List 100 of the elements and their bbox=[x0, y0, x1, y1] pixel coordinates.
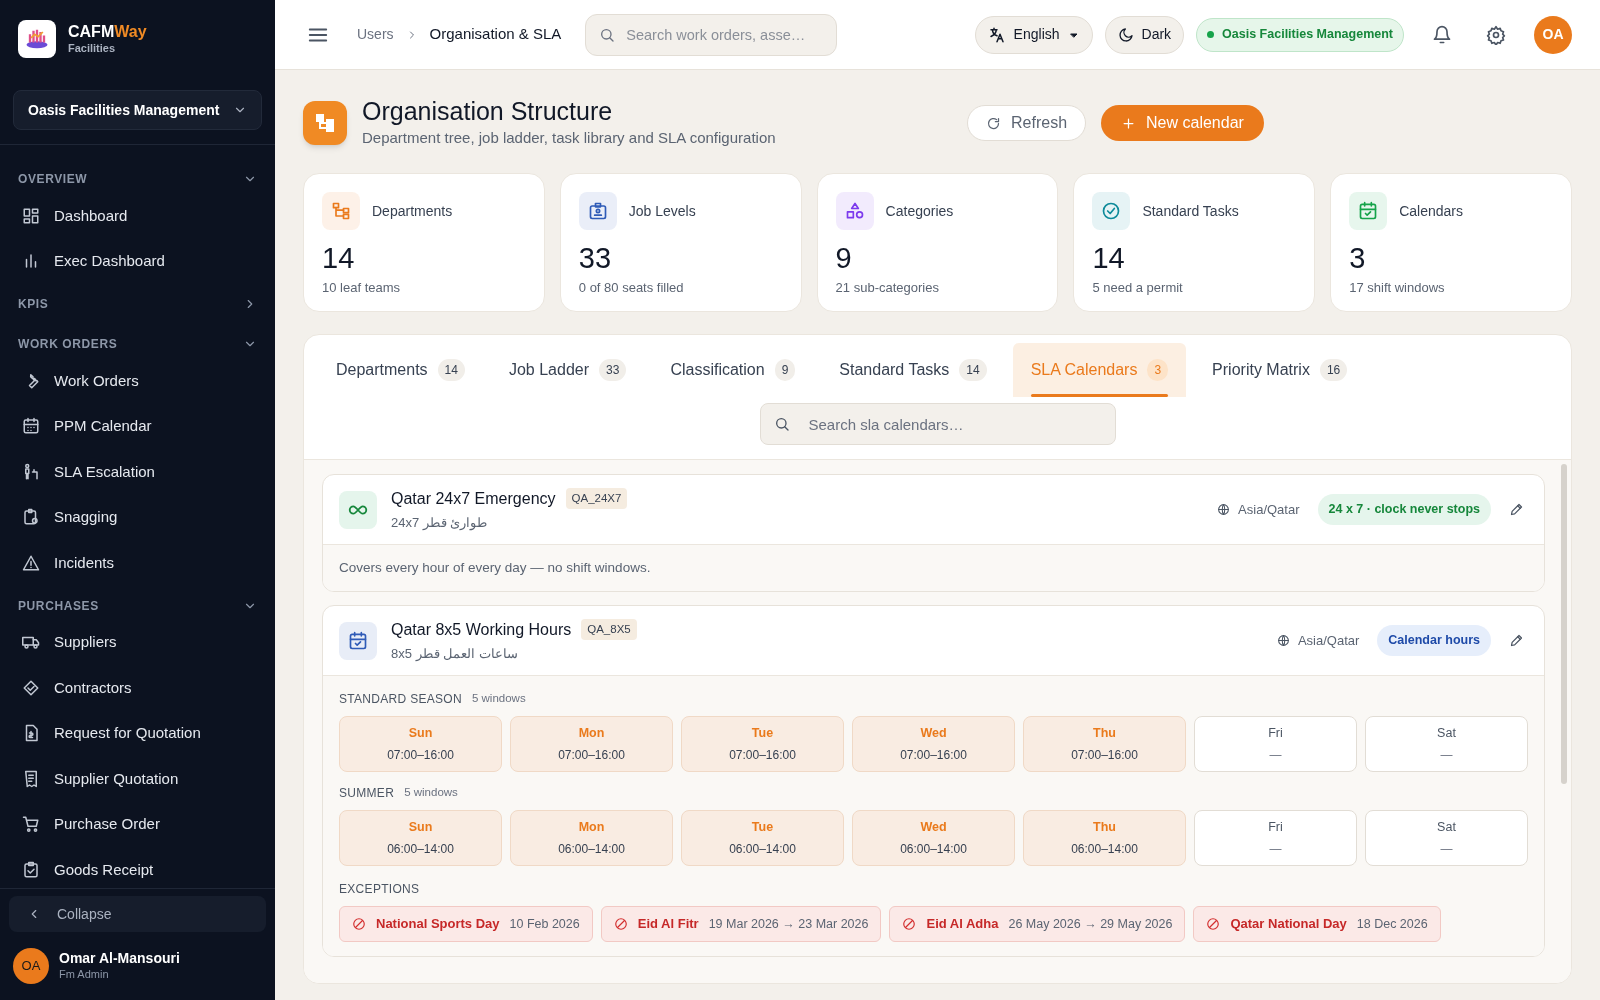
ban-icon bbox=[1206, 917, 1221, 931]
nav-item[interactable]: Contractors bbox=[0, 665, 275, 711]
page-title: Organisation Structure bbox=[362, 96, 614, 128]
stat-value: 14 bbox=[322, 241, 356, 276]
stat-note: 5 need a permit bbox=[1092, 279, 1184, 298]
stat-label: Categories bbox=[885, 201, 954, 221]
day-window: Wed 07:00–16:00 bbox=[852, 716, 1015, 772]
day-window: Mon 06:00–14:00 bbox=[510, 810, 673, 866]
nav-item[interactable]: PPM Calendar bbox=[0, 403, 275, 449]
theme-toggle[interactable]: Dark bbox=[1104, 15, 1185, 54]
calendar-check-icon bbox=[348, 630, 368, 651]
tab[interactable]: Job Ladder 33 bbox=[490, 343, 645, 397]
calendar-code: QA_24X7 bbox=[565, 488, 628, 510]
search-field[interactable]: Search sla calendars… bbox=[759, 403, 1116, 445]
translate-icon bbox=[987, 25, 1006, 44]
window-count: 5 windows bbox=[404, 785, 458, 801]
cart-icon bbox=[22, 815, 40, 834]
nav-item[interactable]: Incidents bbox=[0, 540, 275, 586]
moon-icon bbox=[1117, 26, 1134, 43]
tab[interactable]: Classification 9 bbox=[652, 343, 814, 397]
stat-value: 3 bbox=[1349, 241, 1367, 276]
season-name: SUMMER bbox=[339, 785, 395, 802]
stat-note: 0 of 80 seats filled bbox=[578, 279, 685, 298]
search-icon bbox=[773, 416, 790, 432]
diamond-check-icon bbox=[22, 678, 40, 697]
stat-value: 33 bbox=[578, 241, 613, 276]
plus-icon bbox=[1121, 115, 1137, 131]
stat-label: Departments bbox=[372, 201, 453, 221]
user-role: Fm Admin bbox=[59, 967, 110, 982]
stat-value: 14 bbox=[1092, 241, 1126, 276]
day-window: Fri — bbox=[1194, 810, 1357, 866]
organisation-select[interactable]: Oasis Facilities Management bbox=[13, 90, 262, 130]
day-window: Sun 07:00–16:00 bbox=[339, 716, 502, 772]
person-icon bbox=[22, 462, 40, 481]
calendar-code: QA_8X5 bbox=[581, 619, 637, 641]
day-window: Fri — bbox=[1194, 716, 1357, 772]
nav-item[interactable]: Suppliers bbox=[0, 619, 275, 665]
day-window: Mon 07:00–16:00 bbox=[510, 716, 673, 772]
arabic-name: ساعات العمل قطر 8x5 bbox=[391, 644, 518, 663]
calendar-type-badge: Calendar hours bbox=[1377, 625, 1491, 656]
calendar-description: Covers every hour of every day — no shift windows. bbox=[339, 558, 651, 577]
language-select[interactable]: English bbox=[974, 15, 1093, 54]
breadcrumb-item[interactable]: Users bbox=[357, 24, 394, 45]
breadcrumb-item: Organisation & SLA bbox=[429, 24, 562, 45]
calendar-name: Qatar 8x5 Working Hours bbox=[391, 619, 572, 640]
exception-chip: Eid Al Fitr 19 Mar 2026 → 23 Mar 2026 bbox=[600, 906, 882, 942]
settings-icon bbox=[1486, 24, 1506, 45]
clipboard-check-icon bbox=[22, 860, 40, 879]
user-avatar: OA bbox=[13, 948, 49, 984]
window-count: 5 windows bbox=[471, 691, 526, 707]
globe-icon bbox=[1217, 503, 1231, 516]
nav-item[interactable]: Goods Receipt bbox=[0, 847, 275, 888]
user-name: Omar Al-Mansouri bbox=[59, 950, 180, 968]
day-window: Thu 06:00–14:00 bbox=[1023, 810, 1186, 866]
tab[interactable]: Standard Tasks 14 bbox=[821, 343, 1005, 397]
tab[interactable]: Priority Matrix 16 bbox=[1194, 343, 1366, 397]
exceptions-title: EXCEPTIONS bbox=[339, 881, 421, 898]
globe-icon bbox=[1276, 634, 1290, 647]
stat-label: Standard Tasks bbox=[1142, 201, 1239, 221]
refresh-button[interactable]: Refresh bbox=[967, 105, 1087, 141]
day-window: Sat — bbox=[1365, 810, 1528, 866]
section-header[interactable]: WORK ORDERS bbox=[0, 330, 275, 358]
nav-item[interactable]: Purchase Order bbox=[0, 801, 275, 847]
day-window: Wed 06:00–14:00 bbox=[852, 810, 1015, 866]
exception-chip: National Sports Day 10 Feb 2026 bbox=[339, 906, 593, 942]
nav-item[interactable]: Snagging bbox=[0, 494, 275, 540]
nav-item[interactable]: Work Orders bbox=[0, 358, 275, 404]
exception-chip: Eid Al Adha 26 May 2026 → 29 May 2026 bbox=[889, 906, 1186, 942]
warning-icon bbox=[22, 553, 40, 572]
exception-chip: Qatar National Day 18 Dec 2026 bbox=[1193, 906, 1441, 942]
section-header[interactable]: KPIS bbox=[0, 290, 275, 318]
day-window: Sun 06:00–14:00 bbox=[339, 810, 502, 866]
tab[interactable]: Departments 14 bbox=[318, 343, 483, 397]
arabic-name: طوارئ قطر 24x7 bbox=[391, 513, 488, 533]
nav-item[interactable]: SLA Escalation bbox=[0, 449, 275, 495]
nav-item[interactable]: Request for Quotation bbox=[0, 710, 275, 756]
calendar-name: Qatar 24x7 Emergency bbox=[391, 488, 556, 509]
day-window: Thu 07:00–16:00 bbox=[1023, 716, 1186, 772]
day-window: Tue 07:00–16:00 bbox=[681, 716, 844, 772]
timezone: Asia/Qatar bbox=[1297, 631, 1360, 650]
section-header[interactable]: PURCHASES bbox=[0, 591, 275, 620]
collapse-button[interactable]: Collapse bbox=[9, 896, 266, 932]
stat-note: 17 shift windows bbox=[1349, 279, 1446, 298]
brand-subtitle: Facilities bbox=[68, 42, 117, 56]
search-field[interactable]: Search work orders, asse… bbox=[585, 13, 838, 56]
page-icon bbox=[303, 101, 347, 145]
stat-note: 21 sub-categories bbox=[835, 279, 940, 298]
logo-icon bbox=[18, 20, 56, 58]
ban-icon bbox=[902, 917, 917, 931]
timezone: Asia/Qatar bbox=[1238, 500, 1300, 519]
nav-item[interactable]: Exec Dashboard bbox=[0, 238, 275, 284]
stat-value: 9 bbox=[835, 241, 853, 276]
pencil-icon bbox=[1509, 502, 1524, 517]
day-window: Tue 06:00–14:00 bbox=[681, 810, 844, 866]
calendar-icon bbox=[22, 417, 40, 436]
nav-item[interactable]: Dashboard bbox=[0, 193, 275, 239]
clipboard-icon bbox=[22, 508, 40, 527]
nav-item[interactable]: Supplier Quotation bbox=[0, 756, 275, 802]
section-header[interactable]: OVERVIEW bbox=[0, 165, 275, 193]
pencil-icon bbox=[1509, 633, 1524, 648]
